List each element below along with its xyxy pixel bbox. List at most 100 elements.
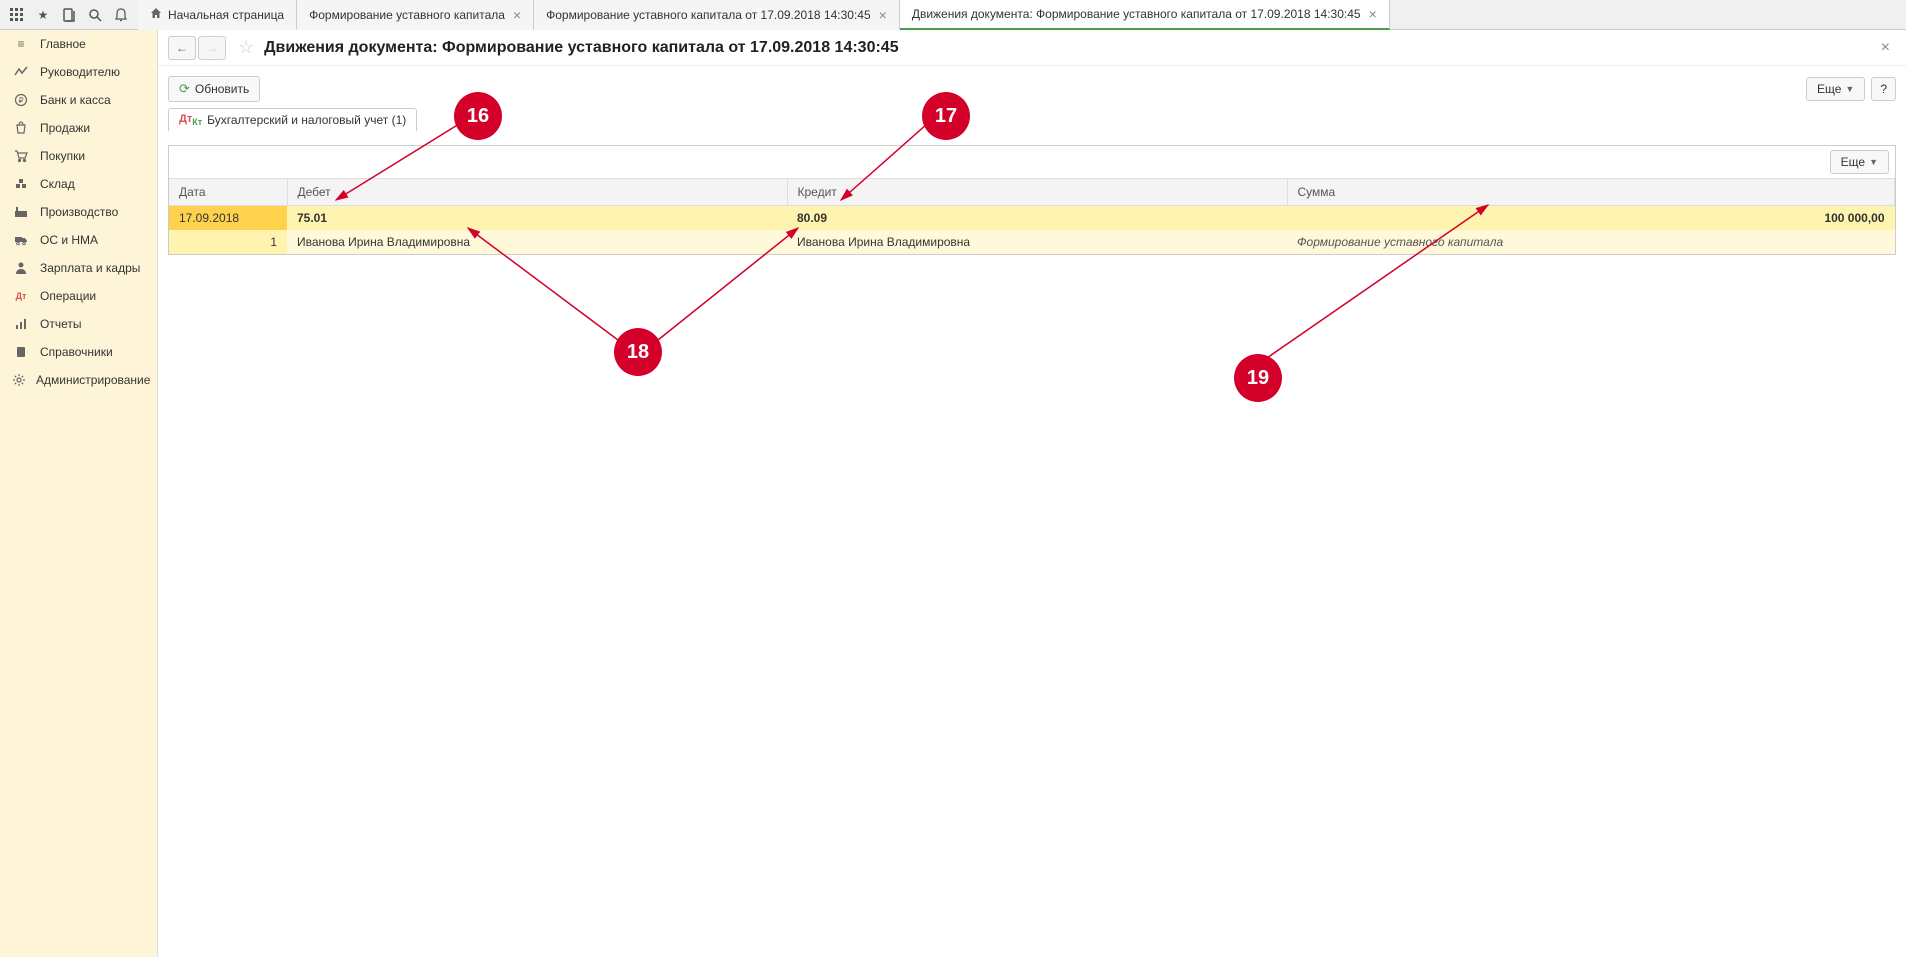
factory-icon (12, 205, 30, 219)
tab-label: Движения документа: Формирование уставно… (912, 7, 1361, 21)
close-icon[interactable]: × (1875, 39, 1896, 57)
chevron-down-icon: ▼ (1845, 84, 1854, 94)
table-header-row: Дата Дебет Кредит Сумма (169, 179, 1895, 206)
book-icon (12, 345, 30, 359)
sidebar-label: Отчеты (40, 317, 81, 331)
tab-label: Формирование уставного капитала (309, 8, 505, 22)
sidebar-item-reports[interactable]: Отчеты (0, 310, 157, 338)
star-icon[interactable]: ★ (30, 2, 56, 28)
movements-table: Дата Дебет Кредит Сумма 17.09.2018 75.01… (169, 179, 1895, 254)
sidebar-label: Зарплата и кадры (40, 261, 140, 275)
sidebar-item-manager[interactable]: Руководителю (0, 58, 157, 86)
dtkt-icon: ДтКт (179, 113, 202, 127)
sidebar-item-production[interactable]: Производство (0, 198, 157, 226)
sidebar-label: Администрирование (36, 373, 150, 387)
table-row[interactable]: 1 Иванова Ирина Владимировна Иванова Ири… (169, 230, 1895, 254)
annotation-17: 17 (922, 92, 970, 140)
cell-date: 17.09.2018 (169, 206, 287, 231)
top-toolbar: ★ Начальная страница Формирование уставн… (0, 0, 1906, 30)
toolbar: ⟳ Обновить Еще ▼ ? (158, 66, 1906, 108)
header-date[interactable]: Дата (169, 179, 287, 206)
sidebar-item-warehouse[interactable]: Склад (0, 170, 157, 198)
cell-sum: 100 000,00 (1287, 206, 1895, 231)
sidebar-item-directories[interactable]: Справочники (0, 338, 157, 366)
truck-icon (12, 233, 30, 247)
help-button[interactable]: ? (1871, 77, 1896, 101)
annotation-16: 16 (454, 92, 502, 140)
bell-icon[interactable] (108, 2, 134, 28)
sidebar-item-purchases[interactable]: Покупки (0, 142, 157, 170)
inner-tab-label: Бухгалтерский и налоговый учет (1) (207, 113, 406, 127)
sidebar-label: Склад (40, 177, 75, 191)
sidebar-item-salary[interactable]: Зарплата и кадры (0, 254, 157, 282)
tab-accounting[interactable]: ДтКт Бухгалтерский и налоговый учет (1) (168, 108, 417, 131)
main-content: ← → ☆ Движения документа: Формирование у… (158, 30, 1906, 957)
more-button[interactable]: Еще ▼ (1806, 77, 1865, 101)
sidebar-label: Операции (40, 289, 96, 303)
sidebar-label: Производство (40, 205, 118, 219)
annotation-18: 18 (614, 328, 662, 376)
main-header: ← → ☆ Движения документа: Формирование у… (158, 30, 1906, 66)
table-more-button[interactable]: Еще▼ (1830, 150, 1889, 174)
nav-forward-button[interactable]: → (198, 36, 226, 60)
tab-label: Формирование уставного капитала от 17.09… (546, 8, 871, 22)
sidebar-label: ОС и НМА (40, 233, 98, 247)
sidebar-item-bank[interactable]: ₽ Банк и касса (0, 86, 157, 114)
search-icon[interactable] (82, 2, 108, 28)
sidebar-label: Справочники (40, 345, 113, 359)
header-debit[interactable]: Дебет (287, 179, 787, 206)
sidebar-label: Банк и касса (40, 93, 111, 107)
header-sum[interactable]: Сумма (1287, 179, 1895, 206)
close-icon[interactable]: × (1369, 6, 1377, 22)
cell-credit-subconto: Иванова Ирина Владимировна (787, 230, 1287, 254)
tabs-bar: Начальная страница Формирование уставног… (138, 0, 1906, 30)
cell-description: Формирование уставного капитала (1287, 230, 1895, 254)
home-icon (150, 7, 162, 22)
table-area: Еще▼ Дата Дебет Кредит Сумма 17.09.2018 … (168, 145, 1896, 255)
tab-movements[interactable]: Движения документа: Формирование уставно… (900, 0, 1390, 30)
nav-back-button[interactable]: ← (168, 36, 196, 60)
apps-icon[interactable] (4, 2, 30, 28)
tab-formation[interactable]: Формирование уставного капитала × (297, 0, 534, 30)
table-toolbar: Еще▼ (169, 146, 1895, 179)
sidebar-item-sales[interactable]: Продажи (0, 114, 157, 142)
more-label: Еще (1841, 155, 1865, 169)
bar-chart-icon (12, 317, 30, 331)
more-label: Еще (1817, 82, 1841, 96)
close-icon[interactable]: × (879, 7, 887, 23)
boxes-icon (12, 177, 30, 191)
sidebar-label: Руководителю (40, 65, 120, 79)
person-icon (12, 261, 30, 275)
top-icons-group: ★ (0, 2, 138, 28)
bag-icon (12, 121, 30, 135)
ruble-icon: ₽ (12, 93, 30, 107)
refresh-button[interactable]: ⟳ Обновить (168, 76, 260, 102)
close-icon[interactable]: × (513, 7, 521, 23)
inner-tabs: ДтКт Бухгалтерский и налоговый учет (1) (158, 108, 1906, 131)
sidebar-label: Покупки (40, 149, 85, 163)
cell-credit-account: 80.09 (787, 206, 1287, 231)
header-credit[interactable]: Кредит (787, 179, 1287, 206)
sidebar-item-operations[interactable]: Дт Операции (0, 282, 157, 310)
cell-seq: 1 (169, 230, 287, 254)
table-row[interactable]: 17.09.2018 75.01 80.09 100 000,00 (169, 206, 1895, 231)
refresh-icon: ⟳ (179, 81, 190, 97)
annotation-19: 19 (1234, 354, 1282, 402)
sidebar-item-assets[interactable]: ОС и НМА (0, 226, 157, 254)
sidebar: ≡Главное Руководителю ₽ Банк и касса Прод… (0, 30, 158, 957)
chart-line-icon (12, 65, 30, 79)
favorite-star-icon[interactable]: ☆ (238, 37, 254, 58)
svg-text:₽: ₽ (18, 96, 23, 105)
history-icon[interactable] (56, 2, 82, 28)
cell-debit-account: 75.01 (287, 206, 787, 231)
page-title: Движения документа: Формирование уставно… (264, 39, 898, 57)
sidebar-item-main[interactable]: ≡Главное (0, 30, 157, 58)
cart-icon (12, 149, 30, 163)
tab-home-label: Начальная страница (168, 8, 284, 22)
menu-icon: ≡ (12, 37, 30, 51)
gear-icon (12, 373, 26, 387)
dtkt-icon: Дт (12, 291, 30, 301)
tab-formation-dated[interactable]: Формирование уставного капитала от 17.09… (534, 0, 900, 30)
sidebar-item-admin[interactable]: Администрирование (0, 366, 157, 394)
tab-home[interactable]: Начальная страница (138, 0, 297, 30)
